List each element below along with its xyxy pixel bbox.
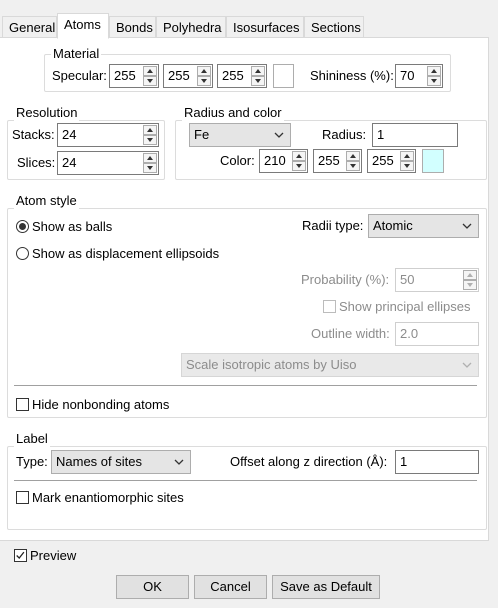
tab-atoms[interactable]: Atoms	[57, 13, 109, 39]
specular-b-spinbox[interactable]: 255	[217, 64, 267, 88]
spin-down-button[interactable]	[400, 161, 414, 171]
color-g-value: 255	[318, 153, 340, 168]
stacks-value: 24	[62, 127, 77, 142]
material-title: Material	[51, 46, 102, 62]
tab-bar: General Atoms Bonds Polyhedra Isosurface…	[0, 0, 498, 39]
shininess-value: 70	[400, 68, 415, 83]
preview-label[interactable]: Preview	[30, 548, 76, 564]
slices-value: 24	[62, 155, 77, 170]
probability-label: Probability (%):	[301, 272, 390, 287]
specular-r-spinbox[interactable]: 255	[109, 64, 159, 88]
spin-down-button[interactable]	[143, 163, 157, 173]
radius-color-title: Radius and color	[182, 105, 284, 121]
atom-style-title: Atom style	[14, 193, 79, 209]
color-b-value: 255	[372, 153, 394, 168]
radii-type-value: Atomic	[373, 218, 413, 233]
color-g-spinbox[interactable]: 255	[313, 149, 362, 173]
save-default-button[interactable]: Save as Default	[272, 575, 380, 599]
spin-down-button[interactable]	[427, 76, 441, 86]
atoms-tab-panel: Material Specular: 255 255 255 Shininess…	[0, 37, 489, 541]
preview-checkbox[interactable]	[14, 549, 27, 562]
radii-type-label: Radii type:	[302, 218, 364, 233]
element-value: Fe	[194, 127, 210, 142]
spin-down-button[interactable]	[346, 161, 360, 171]
specular-color-swatch[interactable]	[273, 64, 294, 88]
mark-enantiomorphic-label[interactable]: Mark enantiomorphic sites	[32, 490, 184, 506]
color-r-spinbox[interactable]: 210	[259, 149, 308, 173]
scale-option-value: Scale isotropic atoms by Uiso	[186, 357, 357, 372]
show-balls-radio[interactable]	[16, 220, 29, 233]
atom-color-swatch[interactable]	[422, 149, 444, 173]
spin-down-button[interactable]	[143, 135, 157, 145]
spin-up-button[interactable]	[400, 151, 414, 161]
atom-style-separator	[14, 385, 477, 386]
specular-r-value: 255	[114, 68, 136, 83]
show-balls-label[interactable]: Show as balls	[32, 219, 112, 235]
outline-width-input[interactable]: 2.0	[395, 322, 479, 346]
ok-button[interactable]: OK	[116, 575, 189, 599]
principal-ellipses-label[interactable]: Show principal ellipses	[339, 299, 471, 315]
label-type-value: Names of sites	[56, 454, 142, 469]
hide-nonbonding-checkbox[interactable]	[16, 398, 29, 411]
spin-up-button[interactable]	[251, 66, 265, 76]
cancel-button[interactable]: Cancel	[194, 575, 267, 599]
specular-label: Specular:	[52, 68, 107, 83]
tab-isosurfaces[interactable]: Isosurfaces	[226, 16, 304, 38]
label-title: Label	[14, 431, 50, 447]
offset-input[interactable]: 1	[395, 450, 479, 474]
spin-down-button[interactable]	[197, 76, 211, 86]
chevron-down-icon	[462, 223, 472, 229]
specular-b-value: 255	[222, 68, 244, 83]
chevron-down-icon	[274, 132, 284, 138]
resolution-title: Resolution	[14, 105, 80, 121]
specular-g-value: 255	[168, 68, 190, 83]
offset-label: Offset along z direction (Å):	[230, 454, 388, 469]
tab-polyhedra[interactable]: Polyhedra	[156, 16, 226, 38]
slices-label: Slices:	[17, 155, 56, 170]
scale-option-dropdown[interactable]: Scale isotropic atoms by Uiso	[181, 353, 479, 377]
spin-up-button[interactable]	[427, 66, 441, 76]
spin-down-button[interactable]	[292, 161, 306, 171]
spin-down-button[interactable]	[463, 280, 477, 290]
color-r-value: 210	[264, 153, 286, 168]
spin-up-button[interactable]	[463, 270, 477, 280]
hide-nonbonding-label[interactable]: Hide nonbonding atoms	[32, 397, 169, 413]
spin-up-button[interactable]	[143, 66, 157, 76]
spin-down-button[interactable]	[251, 76, 265, 86]
chevron-down-icon	[174, 459, 184, 465]
spin-up-button[interactable]	[292, 151, 306, 161]
specular-g-spinbox[interactable]: 255	[163, 64, 213, 88]
spin-up-button[interactable]	[197, 66, 211, 76]
label-separator	[14, 480, 477, 481]
radii-type-dropdown[interactable]: Atomic	[368, 214, 479, 238]
spin-up-button[interactable]	[143, 125, 157, 135]
probability-spinbox[interactable]: 50	[395, 268, 479, 292]
radius-input[interactable]: 1	[372, 123, 458, 147]
spin-down-button[interactable]	[143, 76, 157, 86]
spin-up-button[interactable]	[143, 153, 157, 163]
color-label: Color:	[220, 153, 255, 168]
slices-spinbox[interactable]: 24	[57, 151, 159, 175]
mark-enantiomorphic-checkbox[interactable]	[16, 491, 29, 504]
label-type-dropdown[interactable]: Names of sites	[51, 450, 191, 474]
tab-bonds[interactable]: Bonds	[109, 16, 156, 38]
show-ellipsoids-label[interactable]: Show as displacement ellipsoids	[32, 246, 219, 262]
color-b-spinbox[interactable]: 255	[367, 149, 416, 173]
principal-ellipses-checkbox[interactable]	[323, 300, 336, 313]
label-type-label: Type:	[16, 454, 48, 469]
stacks-label: Stacks:	[12, 127, 55, 142]
shininess-spinbox[interactable]: 70	[395, 64, 443, 88]
element-dropdown[interactable]: Fe	[189, 123, 291, 147]
probability-value: 50	[400, 272, 415, 287]
tab-general[interactable]: General	[2, 16, 57, 38]
shininess-label: Shininess (%):	[310, 68, 394, 83]
stacks-spinbox[interactable]: 24	[57, 123, 159, 147]
chevron-down-icon	[462, 362, 472, 368]
outline-width-label: Outline width:	[311, 326, 390, 341]
show-ellipsoids-radio[interactable]	[16, 247, 29, 260]
tab-sections[interactable]: Sections	[304, 16, 364, 38]
spin-up-button[interactable]	[346, 151, 360, 161]
radius-label: Radius:	[322, 127, 367, 142]
checkmark-icon	[16, 551, 25, 559]
